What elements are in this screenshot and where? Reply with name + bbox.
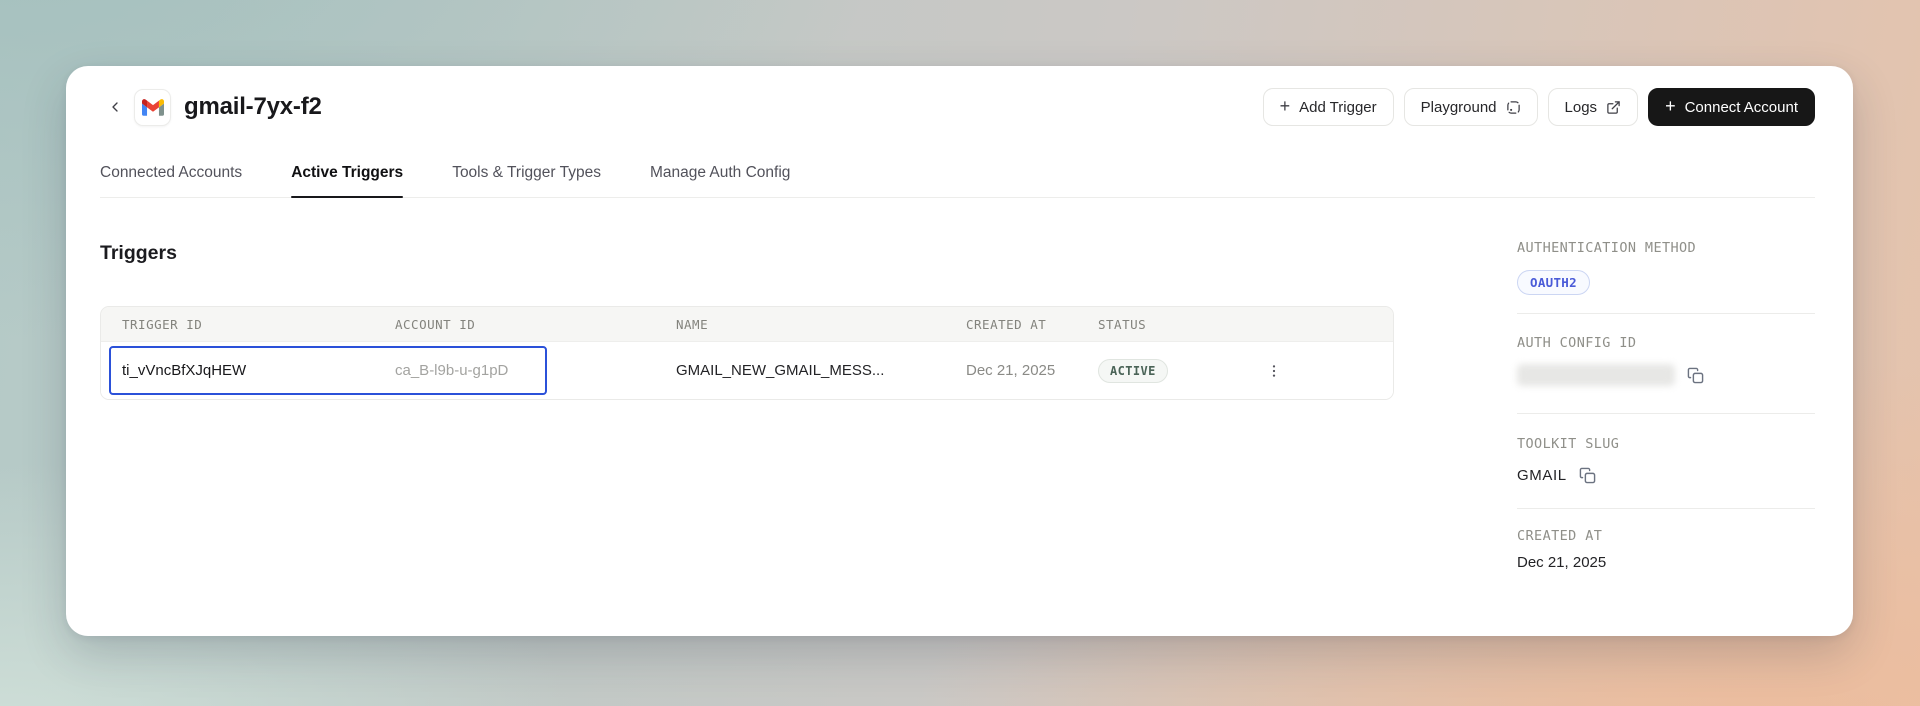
auth-config-id-label: AUTH CONFIG ID [1517, 335, 1637, 351]
oauth2-badge: OAUTH2 [1517, 270, 1590, 295]
auth-config-id-redacted-value [1517, 364, 1675, 386]
back-button[interactable] [100, 92, 130, 122]
tab-tools-trigger-types[interactable]: Tools & Trigger Types [452, 164, 601, 197]
header-actions: + Add Trigger Playground Logs + Connect … [1262, 88, 1815, 126]
auth-config-id-row [1517, 364, 1815, 386]
toolkit-slug-value: GMAIL [1517, 467, 1567, 484]
copy-auth-config-id-button[interactable] [1687, 367, 1704, 384]
tab-active-triggers[interactable]: Active Triggers [291, 164, 404, 198]
toolkit-slug-label: TOOLKIT SLUG [1517, 436, 1620, 452]
toolkit-slug-row: GMAIL [1517, 467, 1815, 484]
copy-icon [1579, 467, 1595, 484]
auth-method-label: AUTHENTICATION METHOD [1517, 240, 1697, 256]
add-trigger-label: Add Trigger [1299, 98, 1377, 116]
copy-icon [1687, 367, 1704, 383]
cell-actions [1246, 357, 1393, 385]
add-trigger-button[interactable]: + Add Trigger [1262, 88, 1394, 126]
details-sidebar: AUTHENTICATION METHOD OAUTH2 AUTH CONFIG… [1517, 240, 1815, 571]
external-link-icon [1607, 100, 1620, 114]
main-window-card: gmail-7yx-f2 + Add Trigger Playground Lo… [66, 66, 1853, 636]
tab-manage-auth-config[interactable]: Manage Auth Config [650, 164, 790, 197]
cell-created-at: Dec 21, 2025 [966, 362, 1056, 379]
cell-account-id[interactable]: ca_B-l9b-u-g1pD [395, 362, 676, 379]
copy-toolkit-slug-button[interactable] [1579, 467, 1596, 484]
table-header-row: TRIGGER ID ACCOUNT ID NAME CREATED AT ST… [101, 307, 1393, 341]
column-header-trigger-id: TRIGGER ID [122, 316, 203, 332]
page-title: gmail-7yx-f2 [184, 93, 322, 120]
tab-connected-accounts[interactable]: Connected Accounts [100, 164, 242, 197]
plus-icon: + [1279, 96, 1291, 116]
plus-icon: + [1665, 96, 1676, 116]
triggers-heading: Triggers [100, 242, 177, 264]
playground-button[interactable]: Playground [1403, 88, 1538, 126]
cell-name: GMAIL_NEW_GMAIL_MESS... [676, 362, 885, 379]
column-header-created-at: CREATED AT [966, 316, 1047, 332]
connect-account-label: Connect Account [1684, 98, 1798, 116]
playground-icon [1506, 100, 1520, 114]
column-header-status: STATUS [1098, 316, 1147, 332]
logs-label: Logs [1564, 98, 1598, 116]
sidebar-divider [1517, 508, 1815, 509]
column-header-account-id: ACCOUNT ID [395, 316, 476, 332]
created-at-label: CREATED AT [1517, 528, 1603, 544]
cell-trigger-id[interactable]: ti_vVncBfXJqHEW [101, 362, 395, 379]
cell-status: ACTIVE [1098, 358, 1246, 383]
chevron-left-icon [112, 102, 118, 112]
table-row[interactable]: ti_vVncBfXJqHEW ca_B-l9b-u-g1pD GMAIL_NE… [101, 341, 1393, 399]
created-at-value: Dec 21, 2025 [1517, 554, 1607, 571]
connect-account-button[interactable]: + Connect Account [1648, 88, 1815, 126]
gmail-logo-icon [134, 88, 171, 126]
triggers-table: TRIGGER ID ACCOUNT ID NAME CREATED AT ST… [100, 306, 1394, 400]
sidebar-divider [1517, 313, 1815, 314]
row-menu-button[interactable] [1260, 357, 1288, 385]
status-badge: ACTIVE [1098, 358, 1168, 383]
column-header-name: NAME [676, 316, 709, 332]
kebab-menu-icon [1272, 364, 1276, 377]
header: gmail-7yx-f2 + Add Trigger Playground Lo… [100, 80, 1815, 134]
logs-button[interactable]: Logs [1547, 88, 1639, 126]
playground-label: Playground [1420, 98, 1497, 116]
tab-bar: Connected Accounts Active Triggers Tools… [100, 150, 1815, 198]
sidebar-divider [1517, 413, 1815, 414]
